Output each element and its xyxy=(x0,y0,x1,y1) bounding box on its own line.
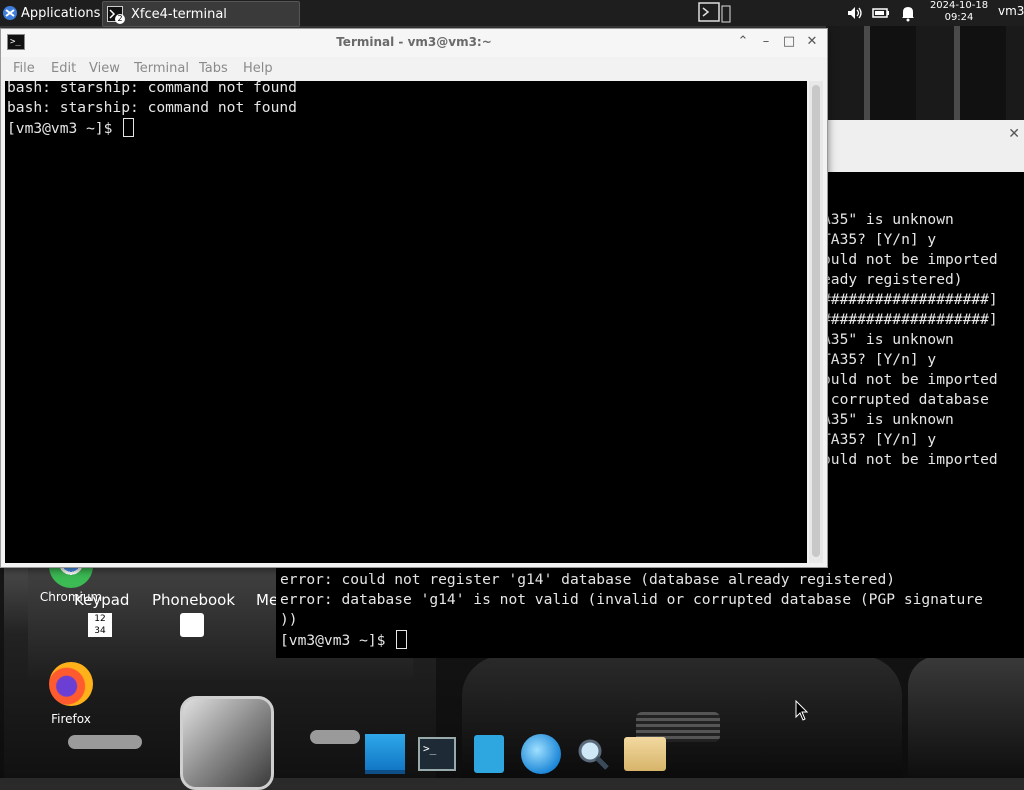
keypad-icon: 12 34 xyxy=(88,613,112,637)
desktop-icon-label: Firefox xyxy=(51,712,91,726)
window-titlebar[interactable]: >_ Terminal - vm3@vm3:~ ⌃ – □ ✕ xyxy=(1,29,827,57)
notification-bell-icon[interactable] xyxy=(900,4,916,22)
search-app-icon xyxy=(576,737,610,771)
applications-menu-button[interactable]: Applications ⋮ xyxy=(2,3,117,23)
prompt-text: [vm3@vm3 ~]$ xyxy=(280,632,395,649)
terminal-window[interactable]: >_ Terminal - vm3@vm3:~ ⌃ – □ ✕ File Edi… xyxy=(0,28,828,568)
user-menu[interactable]: vm3 xyxy=(998,4,1024,18)
back-terminal-titlebar[interactable]: ✕ xyxy=(826,120,1024,173)
taskbar-item-label: Xfce4-terminal xyxy=(131,6,227,22)
desktop-icon-firefox[interactable]: Firefox xyxy=(36,662,106,726)
prompt-text: [vm3@vm3 ~]$ xyxy=(7,120,122,137)
menu-tabs[interactable]: Tabs xyxy=(199,61,228,76)
close-button[interactable]: ✕ xyxy=(804,34,820,50)
terminal-line: TA35? [Y/n] y xyxy=(822,351,937,368)
dock-files-folder-app[interactable] xyxy=(620,731,670,777)
wallpaper-button xyxy=(68,735,142,749)
terminal-cursor xyxy=(123,118,135,137)
dock-file-manager-app[interactable] xyxy=(464,731,514,777)
top-panel: Applications ⋮ 2 Xfce4-terminal 2024-10-… xyxy=(0,0,1024,27)
terminal-line: bash: starship: command not found xyxy=(7,79,297,96)
phonebook-icon xyxy=(180,613,204,637)
terminal-icon: 2 xyxy=(107,6,125,24)
terminal-line: ould not be imported xyxy=(822,451,998,468)
xfce-logo-icon xyxy=(2,5,18,21)
terminal-cursor xyxy=(396,630,408,649)
scrollbar-thumb[interactable] xyxy=(812,85,820,557)
terminal-line: error: database 'g14' is not valid (inva… xyxy=(280,591,983,608)
desktop-icon-label: Chromium xyxy=(39,590,103,604)
clock-date: 2024-10-18 xyxy=(929,0,989,11)
window-title: Terminal - vm3@vm3:~ xyxy=(336,35,492,49)
scrollbar[interactable] xyxy=(809,81,823,563)
clock-time: 09:24 xyxy=(944,12,974,23)
terminal-line: ###################] xyxy=(822,291,998,308)
taskbar-item-terminal[interactable]: 2 Xfce4-terminal xyxy=(102,1,300,27)
terminal-line: )) xyxy=(280,611,298,628)
terminal-app-icon: >_ xyxy=(418,737,456,771)
wallpaper-cube-icon xyxy=(180,696,274,790)
dock-workspace-app[interactable] xyxy=(360,731,410,777)
menu-edit[interactable]: Edit xyxy=(51,61,76,76)
terminal-line: ###################] xyxy=(822,311,998,328)
wallpaper-button xyxy=(310,730,360,744)
terminal-line: eady registered) xyxy=(822,271,963,288)
close-icon: ✕ xyxy=(806,34,818,49)
menu-help[interactable]: Help xyxy=(243,61,273,76)
volume-icon[interactable] xyxy=(846,4,864,22)
workspace-app-icon xyxy=(365,734,405,774)
wallpaper-me-label: Me xyxy=(256,591,279,609)
dock-web-browser-app[interactable] xyxy=(516,731,566,777)
terminal-line: TA35? [Y/n] y xyxy=(822,431,937,448)
terminal-prompt[interactable]: [vm3@vm3 ~]$ xyxy=(280,630,1024,651)
workspace-switcher[interactable] xyxy=(698,2,732,24)
back-terminal-bottom-lines: error: could not register 'g14' database… xyxy=(280,570,1024,651)
mouse-pointer-icon xyxy=(795,699,809,726)
wallpaper-phone-far xyxy=(908,656,1024,778)
web-browser-app-icon xyxy=(521,734,561,774)
terminal-line: A35" is unknown xyxy=(822,331,954,348)
file-manager-app-icon xyxy=(474,735,504,773)
terminal-line: ould not be imported xyxy=(822,251,998,268)
minimize-button[interactable]: – xyxy=(758,34,774,50)
terminal-line: A35" is unknown xyxy=(822,411,954,428)
back-terminal-right-lines: A35" is unknown TA35? [Y/n] y ould not b… xyxy=(822,210,1024,470)
terminal-line: corrupted database xyxy=(822,391,989,408)
maximize-icon: □ xyxy=(782,34,796,49)
applications-label: Applications xyxy=(21,5,101,21)
clock[interactable]: 2024-10-18 09:24 xyxy=(926,0,992,24)
menu-file[interactable]: File xyxy=(13,61,35,76)
chevron-up-icon: ⌃ xyxy=(737,34,749,49)
firefox-icon xyxy=(49,662,93,706)
terminal-line: bash: starship: command not found xyxy=(7,99,297,116)
maximize-button[interactable]: □ xyxy=(781,34,797,50)
wallpaper-phonebook-label: Phonebook xyxy=(152,591,236,609)
folder-icon xyxy=(624,737,666,771)
terminal-line: ould not be imported xyxy=(822,371,998,388)
task-count-badge: 2 xyxy=(115,14,125,24)
close-icon[interactable]: ✕ xyxy=(1008,126,1020,142)
wallpaper-phone-top xyxy=(826,26,1024,122)
terminal-line: error: could not register 'g14' database… xyxy=(280,571,896,588)
dock: >_ xyxy=(360,730,670,778)
menu-view[interactable]: View xyxy=(89,61,120,76)
terminal-line: TA35? [Y/n] y xyxy=(822,231,937,248)
terminal-prompt[interactable]: [vm3@vm3 ~]$ xyxy=(7,118,135,139)
shade-button[interactable]: ⌃ xyxy=(735,34,751,50)
dock-terminal-app[interactable]: >_ xyxy=(412,731,462,777)
minimize-icon: – xyxy=(762,34,770,49)
menu-terminal[interactable]: Terminal xyxy=(134,61,189,76)
battery-icon[interactable] xyxy=(872,4,890,22)
dock-search-app[interactable] xyxy=(568,731,618,777)
terminal-line: A35" is unknown xyxy=(822,211,954,228)
workspace-icon xyxy=(698,2,731,23)
terminal-body[interactable]: bash: starship: command not found bash: … xyxy=(5,79,807,563)
